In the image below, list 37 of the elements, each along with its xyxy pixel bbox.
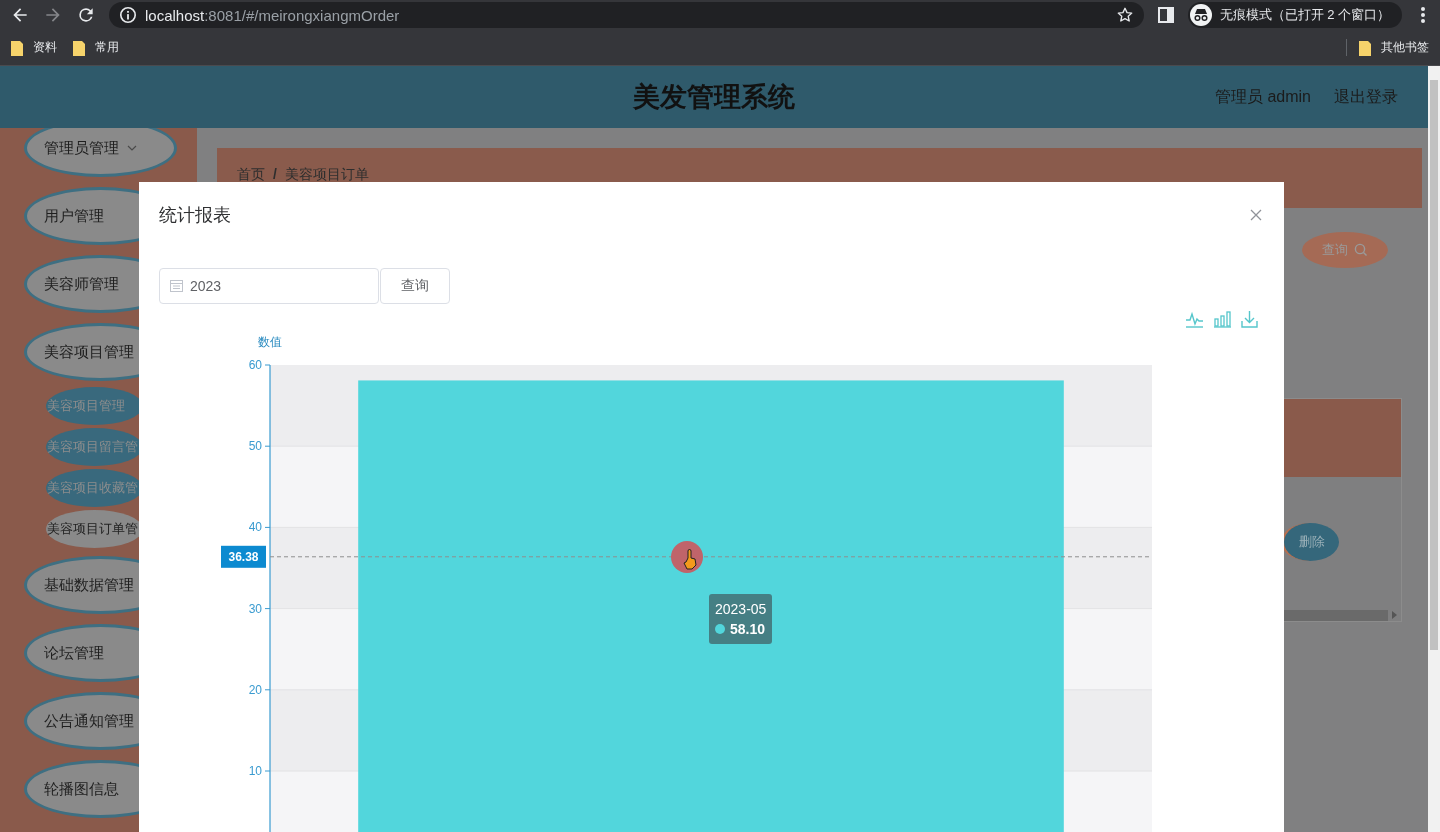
reload-icon[interactable]	[76, 5, 96, 25]
axis-tick-label: 30	[248, 601, 262, 616]
breadcrumb-current: 美容项目订单	[284, 166, 369, 184]
axis-tick-label: 50	[248, 439, 262, 454]
query-button[interactable]: 查询	[380, 268, 450, 304]
menu-item[interactable]: 管理员管理	[24, 128, 177, 177]
folder-icon	[1359, 39, 1371, 56]
user-label: 管理员 admin	[1214, 86, 1311, 107]
bookmark-item[interactable]: 其他书签	[1346, 39, 1429, 56]
close-icon[interactable]	[1250, 209, 1262, 221]
profile-button[interactable]: 无痕模式（已打开 2 个窗口）	[1187, 2, 1402, 28]
address-bar[interactable]: localhost:8081/#/meirongxiangmOrder	[109, 2, 1144, 28]
tooltip-title: 2023-05	[715, 600, 767, 619]
breadcrumb-link[interactable]: 首页	[237, 166, 265, 184]
axis-tick-label: 10	[248, 764, 262, 778]
incognito-icon	[1189, 4, 1212, 26]
folder-icon	[73, 39, 85, 56]
tooltip-value: 58.10	[730, 620, 766, 639]
bookmark-item[interactable]: 资料	[11, 39, 57, 56]
axis-title: 数值	[258, 335, 282, 349]
more-menu-icon[interactable]	[1420, 6, 1426, 24]
axis-tick-label: 20	[248, 682, 262, 697]
info-icon[interactable]	[119, 6, 137, 24]
calendar-icon	[170, 279, 183, 292]
folder-icon	[11, 39, 23, 56]
pointer-cursor-icon	[671, 541, 703, 573]
breadcrumb-separator: /	[273, 166, 277, 182]
scrollbar-thumb[interactable]	[1430, 80, 1438, 650]
axis-tick-label: 40	[248, 520, 262, 535]
side-panel-icon[interactable]	[1157, 7, 1174, 23]
date-field[interactable]: 2023	[159, 268, 379, 304]
star-icon[interactable]	[1115, 6, 1134, 24]
search-icon	[1354, 243, 1368, 257]
bookmark-item[interactable]: 常用	[73, 39, 119, 56]
axis-tick-label: 60	[248, 358, 262, 372]
app-title: 美发管理系统	[633, 81, 795, 114]
delete-button[interactable]: 删除	[1281, 523, 1339, 561]
